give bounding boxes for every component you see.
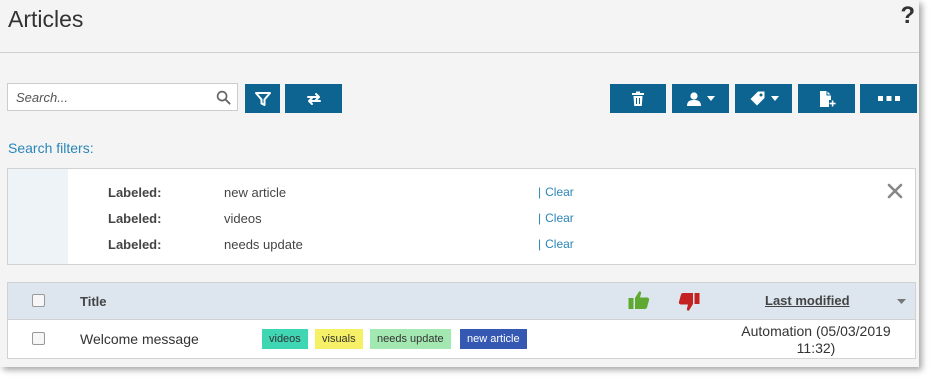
more-icon [877, 95, 900, 101]
search-icon[interactable] [216, 90, 231, 105]
sort-caret-icon[interactable] [897, 299, 906, 304]
trash-icon [632, 91, 644, 106]
search-box[interactable] [7, 83, 238, 111]
clear-label[interactable]: Clear [545, 211, 574, 225]
divider: | [538, 211, 542, 225]
tag-badge[interactable]: new article [460, 329, 527, 349]
filter-key: Labeled: [108, 211, 162, 226]
more-button[interactable] [860, 84, 917, 113]
select-all-checkbox[interactable] [32, 294, 45, 307]
filter-button[interactable] [245, 84, 280, 113]
filters-panel: Labeled: new article | Clear Labeled: vid… [7, 168, 916, 265]
chevron-down-icon [770, 96, 779, 101]
modified-time: 11:32) [796, 340, 836, 356]
article-title[interactable]: Welcome message [80, 331, 199, 347]
column-last-modified[interactable]: Last modified [765, 293, 850, 308]
filter-clear-link[interactable]: | Clear [538, 185, 574, 199]
search-filters-toggle[interactable]: Search filters: [8, 140, 94, 156]
filter-key: Labeled: [108, 237, 162, 252]
filter-value: videos [224, 211, 262, 226]
filter-clear-link[interactable]: | Clear [538, 237, 574, 251]
clear-label[interactable]: Clear [545, 237, 574, 251]
table-row[interactable]: Welcome message videos visuals needs upd… [8, 319, 915, 359]
filter-key: Labeled: [108, 185, 162, 200]
tag-badge[interactable]: visuals [315, 329, 363, 349]
thumbs-down-icon[interactable] [678, 292, 700, 312]
table-header: Title Last modified [8, 283, 915, 320]
clear-label[interactable]: Clear [545, 185, 574, 199]
thumbs-up-icon[interactable] [628, 290, 650, 310]
filter-value: needs update [224, 237, 303, 252]
tag-badge[interactable]: videos [262, 329, 308, 349]
modified-by-date: Automation (05/03/2019 [741, 323, 891, 339]
close-icon[interactable] [887, 183, 903, 199]
user-icon [687, 91, 701, 106]
divider: | [538, 185, 542, 199]
tag-badge[interactable]: needs update [370, 329, 451, 349]
tag-icon [750, 91, 764, 106]
delete-button[interactable] [610, 84, 666, 113]
assign-user-button[interactable] [672, 84, 729, 113]
page-header: Articles ? [0, 0, 919, 53]
articles-table: Title Last modified Welcome message vide… [7, 282, 916, 359]
column-title[interactable]: Title [80, 294, 107, 309]
sync-button[interactable] [285, 84, 342, 113]
new-article-button[interactable] [798, 84, 855, 113]
page-title: Articles [8, 6, 84, 32]
help-icon[interactable]: ? [900, 2, 915, 30]
filter-row: Labeled: needs update | Clear [8, 237, 915, 257]
filter-clear-link[interactable]: | Clear [538, 211, 574, 225]
filter-value: new article [224, 185, 287, 200]
chevron-down-icon [707, 96, 715, 101]
divider: | [538, 237, 542, 251]
sync-icon [306, 92, 321, 105]
filter-icon [254, 91, 271, 106]
filter-row: Labeled: videos | Clear [8, 211, 915, 231]
search-input[interactable] [8, 84, 219, 110]
row-checkbox[interactable] [32, 332, 45, 345]
new-document-icon [819, 90, 836, 107]
last-modified-cell: Automation (05/03/2019 11:32) [726, 323, 906, 357]
label-button[interactable] [735, 84, 792, 113]
articles-panel: Articles ? Search... Search filters: Lab… [0, 0, 919, 367]
filter-row: Labeled: new article | Clear [8, 185, 915, 205]
